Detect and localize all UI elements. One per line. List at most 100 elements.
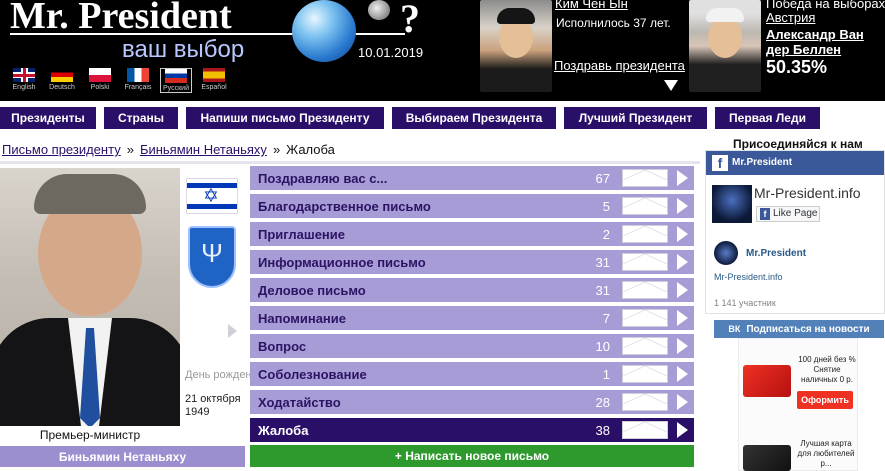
write-new-letter-button[interactable]: + Написать новое письмо <box>250 445 694 467</box>
arrow-right-icon <box>677 422 688 438</box>
facebook-page-avatar[interactable] <box>712 185 752 223</box>
breadcrumb-president[interactable]: Биньямин Нетаньяху <box>140 142 267 157</box>
letter-type-label: Благодарственное письмо <box>258 199 431 214</box>
nav-choose-president[interactable]: Выбираем Президента <box>392 107 556 129</box>
election-winner-name[interactable]: Александр Ван дер Беллен <box>766 27 885 57</box>
globe-icon <box>292 0 356 62</box>
election-winner-photo[interactable] <box>689 0 761 92</box>
arrow-right-icon <box>677 226 688 242</box>
letter-count: 38 <box>595 423 610 438</box>
envelope-icon <box>622 421 668 439</box>
nav-countries[interactable]: Страны <box>104 107 178 129</box>
next-photo-arrow-icon[interactable] <box>228 324 237 338</box>
arrow-right-icon <box>677 170 688 186</box>
letter-count: 67 <box>595 171 610 186</box>
birthday-president-name[interactable]: Ким Чен Ын <box>555 0 628 11</box>
dropdown-triangle-icon[interactable] <box>664 80 678 91</box>
letter-count: 5 <box>602 199 610 214</box>
letter-type-question[interactable]: Вопрос 10 <box>250 334 694 358</box>
arrow-right-icon <box>677 366 688 382</box>
facebook-icon: f <box>712 155 728 171</box>
letter-count: 10 <box>595 339 610 354</box>
letter-type-gratitude[interactable]: Благодарственное письмо 5 <box>250 194 694 218</box>
president-position: Премьер-министр <box>39 428 141 442</box>
envelope-icon <box>622 253 668 271</box>
letter-type-invitation[interactable]: Приглашение 2 <box>250 222 694 246</box>
arrow-right-icon <box>677 338 688 354</box>
question-mark: ? <box>400 0 420 41</box>
bank-card-image-2 <box>743 445 791 471</box>
election-country-link[interactable]: Австрия <box>766 10 815 25</box>
vk-members-count: 1 141 участник <box>714 298 776 308</box>
envelope-icon <box>622 225 668 243</box>
letter-type-petition[interactable]: Ходатайство 28 <box>250 390 694 414</box>
arrow-right-icon <box>677 394 688 410</box>
letter-type-business[interactable]: Деловое письмо 31 <box>250 278 694 302</box>
vk-subscribe-label: Подписаться на новости <box>746 323 870 335</box>
breadcrumb: Письмо президенту » Биньямин Нетаньяху » Жал… <box>2 142 335 157</box>
flag-russia-icon <box>165 69 187 83</box>
congratulate-president-link[interactable]: Поздравь президента <box>554 58 685 73</box>
join-us-title: Присоединяйся к нам <box>733 137 863 151</box>
envelope-icon <box>622 197 668 215</box>
arrow-right-icon <box>677 198 688 214</box>
letter-type-label: Ходатайство <box>258 395 341 410</box>
vk-group-avatar[interactable] <box>714 241 738 265</box>
vk-group-name[interactable]: Mr.President <box>746 248 806 259</box>
lang-deutsch[interactable]: Deutsch <box>46 68 78 93</box>
letter-type-label: Напоминание <box>258 311 347 326</box>
letter-count: 2 <box>602 227 610 242</box>
election-percent: 50.35% <box>766 57 828 77</box>
ad-banner[interactable]: 100 дней без % Снятие наличных 0 р. Офор… <box>738 338 858 471</box>
current-date: 10.01.2019 <box>358 45 424 60</box>
envelope-icon <box>622 169 668 187</box>
lang-polski[interactable]: Polski <box>84 68 116 93</box>
letter-type-reminder[interactable]: Напоминание 7 <box>250 306 694 330</box>
facebook-page-name[interactable]: Mr-President.info <box>754 185 861 201</box>
letter-type-label: Приглашение <box>258 227 345 242</box>
lang-english[interactable]: English <box>8 68 40 93</box>
birthday-date: 21 октября 1949 <box>185 393 241 418</box>
envelope-icon <box>622 365 668 383</box>
letter-type-label: Соболезнование <box>258 367 367 382</box>
birthday-text: Исполнилось 37 лет. <box>556 16 671 30</box>
letter-type-congratulations[interactable]: Поздравляю вас с... 67 <box>250 166 694 190</box>
lang-francais[interactable]: Français <box>122 68 154 93</box>
moon-icon <box>368 0 390 20</box>
emblem-israel-icon[interactable]: Ψ <box>188 226 236 288</box>
flag-france-icon <box>127 68 149 82</box>
letter-type-complaint[interactable]: Жалоба 38 <box>250 418 694 442</box>
letter-count: 28 <box>595 395 610 410</box>
nav-presidents[interactable]: Президенты <box>0 107 96 129</box>
flag-israel-icon[interactable]: ✡ <box>186 178 238 214</box>
facebook-like-button[interactable]: Like Page <box>756 206 820 222</box>
breadcrumb-separator: » <box>272 142 281 157</box>
lang-espanol[interactable]: Español <box>198 68 230 93</box>
letter-type-label: Деловое письмо <box>258 283 366 298</box>
nav-write-letter[interactable]: Напиши письмо Президенту <box>186 107 384 129</box>
main-nav: Президенты Страны Напиши письмо Президен… <box>0 107 885 129</box>
letter-type-information[interactable]: Информационное письмо 31 <box>250 250 694 274</box>
envelope-icon <box>622 281 668 299</box>
flag-spain-icon <box>203 68 225 82</box>
vk-icon: ВК <box>728 324 741 334</box>
president-portrait[interactable] <box>0 168 180 426</box>
ad-apply-button[interactable]: Оформить <box>797 391 853 409</box>
breadcrumb-letter-to-president[interactable]: Письмо президенту <box>2 142 121 157</box>
envelope-icon <box>622 337 668 355</box>
letter-type-list: Поздравляю вас с... 67 Благодарственное … <box>250 166 694 446</box>
facebook-widget-header[interactable]: f Mr.President <box>706 151 884 175</box>
vk-group-site[interactable]: Mr-President.info <box>714 272 783 282</box>
letter-type-condolence[interactable]: Соболезнование 1 <box>250 362 694 386</box>
nav-best-president[interactable]: Лучший Президент <box>564 107 707 129</box>
vk-subscribe-button[interactable]: ВК Подписаться на новости <box>714 320 884 338</box>
letter-type-label: Вопрос <box>258 339 307 354</box>
flag-germany-icon <box>51 68 73 82</box>
nav-first-lady[interactable]: Первая Леди <box>715 107 820 129</box>
lang-russian[interactable]: Русский <box>160 68 192 93</box>
letter-count: 31 <box>595 283 610 298</box>
facebook-widget-title: Mr.President <box>732 157 793 168</box>
bank-card-image <box>743 365 791 397</box>
ad-text-1: 100 дней без % Снятие наличных 0 р. <box>798 355 856 384</box>
birthday-president-photo[interactable] <box>480 0 552 92</box>
